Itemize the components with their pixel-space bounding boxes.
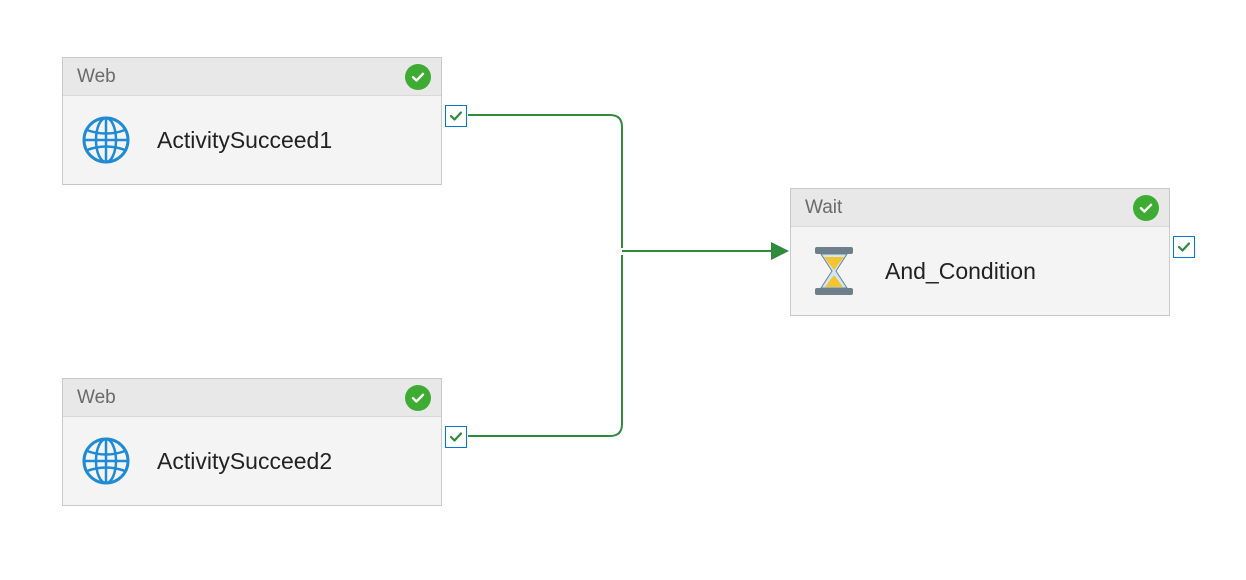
edge-n1-n3 — [468, 115, 622, 248]
activity-node-web-2[interactable]: Web ActivitySucceed2 — [62, 378, 442, 506]
edge-n2-n3 — [468, 255, 622, 436]
node-header: Wait — [791, 189, 1169, 227]
node-title: ActivitySucceed2 — [157, 448, 332, 475]
status-success-icon — [405, 385, 431, 411]
hourglass-icon — [809, 246, 859, 296]
node-body: ActivitySucceed1 — [63, 96, 441, 184]
globe-icon — [81, 436, 131, 486]
output-port-success[interactable] — [445, 105, 467, 127]
status-success-icon — [1133, 195, 1159, 221]
pipeline-canvas[interactable]: Web ActivitySucceed1 — [0, 0, 1246, 580]
node-body: And_Condition — [791, 227, 1169, 315]
node-type-label: Web — [77, 387, 405, 409]
output-port-success[interactable] — [1173, 236, 1195, 258]
node-title: ActivitySucceed1 — [157, 127, 332, 154]
node-title: And_Condition — [885, 258, 1036, 285]
node-type-label: Wait — [805, 197, 1133, 219]
status-success-icon — [405, 64, 431, 90]
node-header: Web — [63, 379, 441, 417]
node-header: Web — [63, 58, 441, 96]
node-type-label: Web — [77, 66, 405, 88]
activity-node-wait[interactable]: Wait And_Condition — [790, 188, 1170, 316]
node-body: ActivitySucceed2 — [63, 417, 441, 505]
globe-icon — [81, 115, 131, 165]
activity-node-web-1[interactable]: Web ActivitySucceed1 — [62, 57, 442, 185]
output-port-success[interactable] — [445, 426, 467, 448]
